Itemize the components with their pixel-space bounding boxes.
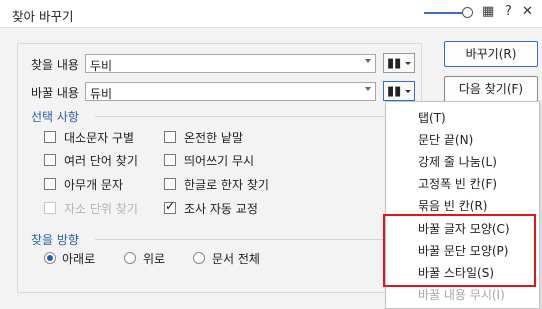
zoom-slider-track[interactable] [424,12,466,14]
chevron-down-icon [405,90,411,93]
radio-label: 아래로 [62,252,96,266]
title-bar: 찾아 바꾸기 ▦ ? ✕ [0,0,542,28]
checkbox-label: 여러 단어 찾기 [64,154,138,168]
checkbox-label: 온전한 낱말 [184,131,244,145]
binoculars-icon: ▮▮ [387,56,402,71]
checkbox-wildcard[interactable] [44,178,56,190]
close-icon[interactable]: ✕ [522,4,533,19]
checkbox-label: 띄어쓰기 무시 [184,154,255,168]
checkbox-auto-particle[interactable] [164,199,176,214]
options-divider [95,116,385,117]
radio-up[interactable] [124,252,136,264]
checkbox-label: 조사 자동 교정 [184,202,258,216]
radio-whole-document[interactable] [193,252,205,264]
menu-item-bound-space[interactable]: 묶음 빈 칸(R) [418,197,488,214]
find-next-button[interactable]: 다음 찾기(F) [444,76,538,102]
direction-section-title: 찾을 방향 [31,233,79,247]
zoom-slider-knob[interactable] [462,7,473,18]
menu-item-line-break[interactable]: 강제 줄 나눔(L) [418,153,497,170]
find-special-button[interactable]: ▮▮ [383,53,415,73]
options-section-title: 선택 사항 [31,110,79,124]
menu-item-paragraph-end[interactable]: 문단 끝(N) [418,131,473,148]
find-input[interactable]: 두비 [85,54,376,73]
checkbox-jaso-search [44,202,56,214]
checkbox-label: 한글로 한자 찾기 [184,178,269,192]
window-title: 찾아 바꾸기 [12,9,74,24]
replace-label: 바꿀 내용 [31,86,79,100]
replace-input[interactable]: 듀비 [85,82,376,101]
chevron-down-icon[interactable] [365,59,371,63]
checkbox-hanja-search[interactable] [164,178,176,190]
replace-special-button[interactable]: ▮▮ [383,81,415,101]
menu-item-tab[interactable]: 탭(T) [418,109,446,126]
help-icon[interactable]: ? [505,4,512,19]
chevron-down-icon [405,62,411,65]
chevron-down-icon[interactable] [365,87,371,91]
checkbox-label: 자소 단위 찾기 [64,202,138,216]
menu-item-fixed-space[interactable]: 고정폭 빈 칸(F) [418,175,497,192]
binoculars-icon: ▮▮ [387,84,402,99]
checkbox-ignore-spacing[interactable] [164,154,176,166]
highlight-box [383,214,536,287]
find-label: 찾을 내용 [31,58,79,72]
direction-divider [95,239,385,240]
radio-label: 위로 [143,252,166,266]
checkbox-multi-word[interactable] [44,154,56,166]
checkbox-label: 대소문자 구별 [64,131,135,145]
radio-label: 문서 전체 [212,252,260,266]
menu-item-ignore-content: 바꿀 내용 무시(I) [418,288,505,302]
replace-button[interactable]: 바꾸기(R) [444,41,538,67]
checkbox-label: 아무개 문자 [64,178,124,192]
find-value: 두비 [90,59,113,73]
checkbox-case-sensitive[interactable] [44,131,56,143]
radio-down[interactable] [44,252,56,264]
chat-icon[interactable]: ▦ [482,4,494,19]
replace-value: 듀비 [90,87,113,101]
checkbox-whole-word[interactable] [164,131,176,143]
